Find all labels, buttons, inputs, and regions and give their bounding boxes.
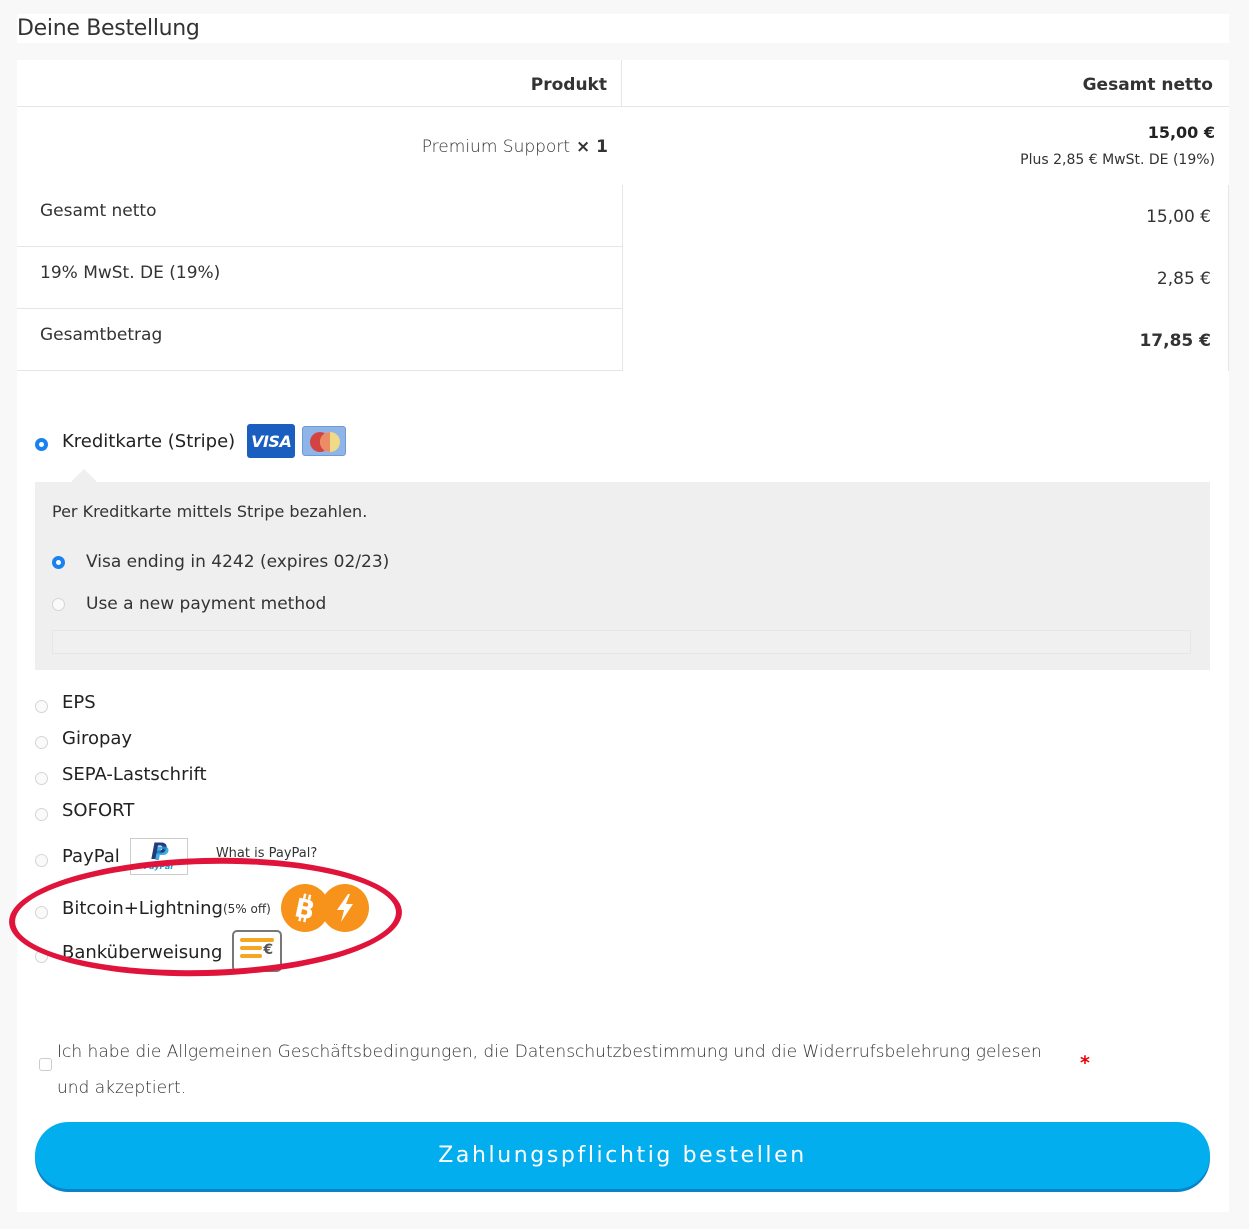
totals-label: 19% MwSt. DE (19%) xyxy=(17,247,623,309)
mastercard-icon xyxy=(302,426,347,456)
product-name: Premium Support xyxy=(421,137,570,157)
totals-row-grand-total: Gesamtbetrag 17,85 € xyxy=(17,309,1229,371)
payment-method-giropay[interactable]: Giropay xyxy=(35,728,132,749)
payment-method-label: PayPal xyxy=(62,846,120,867)
new-payment-method-label: Use a new payment method xyxy=(86,594,327,614)
payment-method-label: EPS xyxy=(62,692,96,713)
payment-method-label: Banküberweisung xyxy=(62,941,223,963)
totals-row-net: Gesamt netto 15,00 € xyxy=(17,185,1229,247)
payment-method-label: SEPA-Lastschrift xyxy=(62,764,207,785)
saved-card-label: Visa ending in 4242 (expires 02/23) xyxy=(86,552,390,572)
totals-label: Gesamt netto xyxy=(17,185,623,247)
terms-checkbox[interactable] xyxy=(39,1058,52,1071)
paypal-logo-icon: PP PayPal xyxy=(129,838,188,875)
totals-value: 15,00 € xyxy=(1146,207,1211,227)
place-order-button[interactable]: Zahlungspflichtig bestellen xyxy=(35,1122,1210,1189)
payment-radio-giropay[interactable] xyxy=(35,736,48,749)
totals-value: 2,85 € xyxy=(1156,269,1211,289)
pointer-arrow xyxy=(71,469,97,482)
payment-radio-bitcoin-lightning[interactable] xyxy=(35,905,48,919)
visa-icon: VISA xyxy=(247,424,296,458)
payment-radio-eps[interactable] xyxy=(35,700,48,713)
payment-description: Per Kreditkarte mittels Stripe bezahlen. xyxy=(52,502,368,521)
column-header-total: Gesamt netto xyxy=(1082,75,1213,95)
payment-method-label: Bitcoin+Lightning xyxy=(62,897,223,919)
bank-transfer-icon: € xyxy=(232,930,283,972)
payment-method-label: SOFORT xyxy=(62,800,135,821)
card-input-field[interactable] xyxy=(52,630,1191,654)
price-cell: 15,00 € Plus 2,85 € MwSt. DE (19%) xyxy=(1020,123,1215,169)
product-amount: 15,00 € xyxy=(1147,123,1215,142)
discount-note: (5% off) xyxy=(222,902,271,916)
order-totals: Gesamt netto 15,00 € 19% MwSt. DE (19%) … xyxy=(17,185,1229,371)
saved-card-option[interactable]: Visa ending in 4242 (expires 02/23) xyxy=(52,552,389,572)
table-row: Premium Support × 1 15,00 € Plus 2,85 € M… xyxy=(17,107,1229,185)
order-panel: Produkt Gesamt netto Premium Support × 1 … xyxy=(17,60,1229,1212)
payment-radio-sofort[interactable] xyxy=(35,808,48,821)
payment-method-bank-transfer[interactable]: Banküberweisung € xyxy=(35,930,283,972)
lightning-icon xyxy=(320,884,369,932)
product-quantity: × 1 xyxy=(576,137,608,157)
saved-card-radio[interactable] xyxy=(52,555,65,569)
visa-text: VISA xyxy=(251,431,292,451)
payment-method-sofort[interactable]: SOFORT xyxy=(35,800,134,821)
new-payment-method-option[interactable]: Use a new payment method xyxy=(52,594,326,614)
order-table-header: Produkt Gesamt netto xyxy=(17,60,1229,107)
product-cell: Premium Support × 1 xyxy=(422,107,622,185)
paypal-logo-text: PayPal xyxy=(143,862,174,871)
terms-text: Ich habe die Allgemeinen Geschäftsbeding… xyxy=(57,1042,1042,1098)
payment-method-sepa[interactable]: SEPA-Lastschrift xyxy=(35,764,207,785)
totals-value: 17,85 € xyxy=(1139,331,1211,351)
payment-method-label: Giropay xyxy=(62,728,133,749)
totals-row-tax: 19% MwSt. DE (19%) 2,85 € xyxy=(17,247,1229,309)
column-header-product: Produkt xyxy=(17,60,622,107)
payment-radio-sepa[interactable] xyxy=(35,772,48,785)
order-title-bar: Deine Bestellung xyxy=(17,14,1229,43)
payment-method-label: Kreditkarte (Stripe) xyxy=(62,430,236,452)
new-payment-method-radio[interactable] xyxy=(52,597,65,611)
payment-radio-paypal[interactable] xyxy=(35,854,48,867)
payment-method-eps[interactable]: EPS xyxy=(35,692,96,713)
payment-radio-bank-transfer[interactable] xyxy=(35,949,48,963)
required-marker: * xyxy=(1080,1052,1090,1074)
totals-label: Gesamtbetrag xyxy=(17,309,623,371)
payment-radio-credit-card[interactable] xyxy=(35,437,48,451)
payment-method-credit-card[interactable]: Kreditkarte (Stripe) VISA xyxy=(35,424,347,458)
payment-method-bitcoin-lightning[interactable]: Bitcoin+Lightning (5% off) B xyxy=(35,884,369,932)
product-tax-note: Plus 2,85 € MwSt. DE (19%) xyxy=(1020,152,1215,168)
page-title: Deine Bestellung xyxy=(17,16,200,41)
payment-method-paypal[interactable]: PayPal PP PayPal What is PayPal? xyxy=(35,838,317,875)
table-divider xyxy=(1228,185,1229,371)
what-is-paypal-link[interactable]: What is PayPal? xyxy=(216,846,317,861)
payment-details-box: Per Kreditkarte mittels Stripe bezahlen.… xyxy=(35,469,1210,670)
